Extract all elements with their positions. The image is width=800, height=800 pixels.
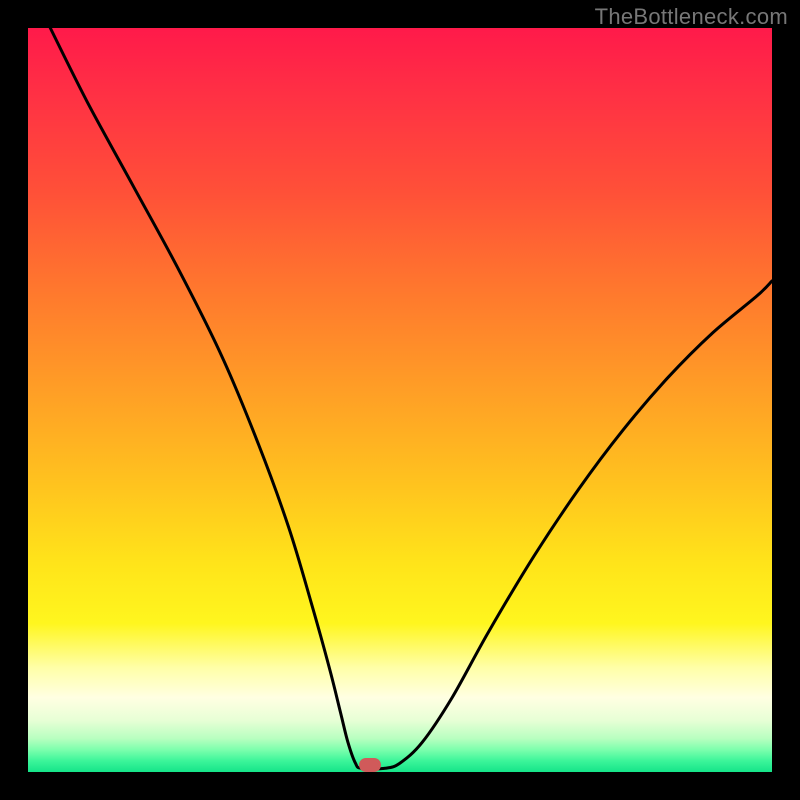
watermark-text: TheBottleneck.com [595,4,788,30]
chart-frame: TheBottleneck.com [0,0,800,800]
bottleneck-curve [28,28,772,772]
optimal-point-marker [359,758,381,772]
plot-area [28,28,772,772]
